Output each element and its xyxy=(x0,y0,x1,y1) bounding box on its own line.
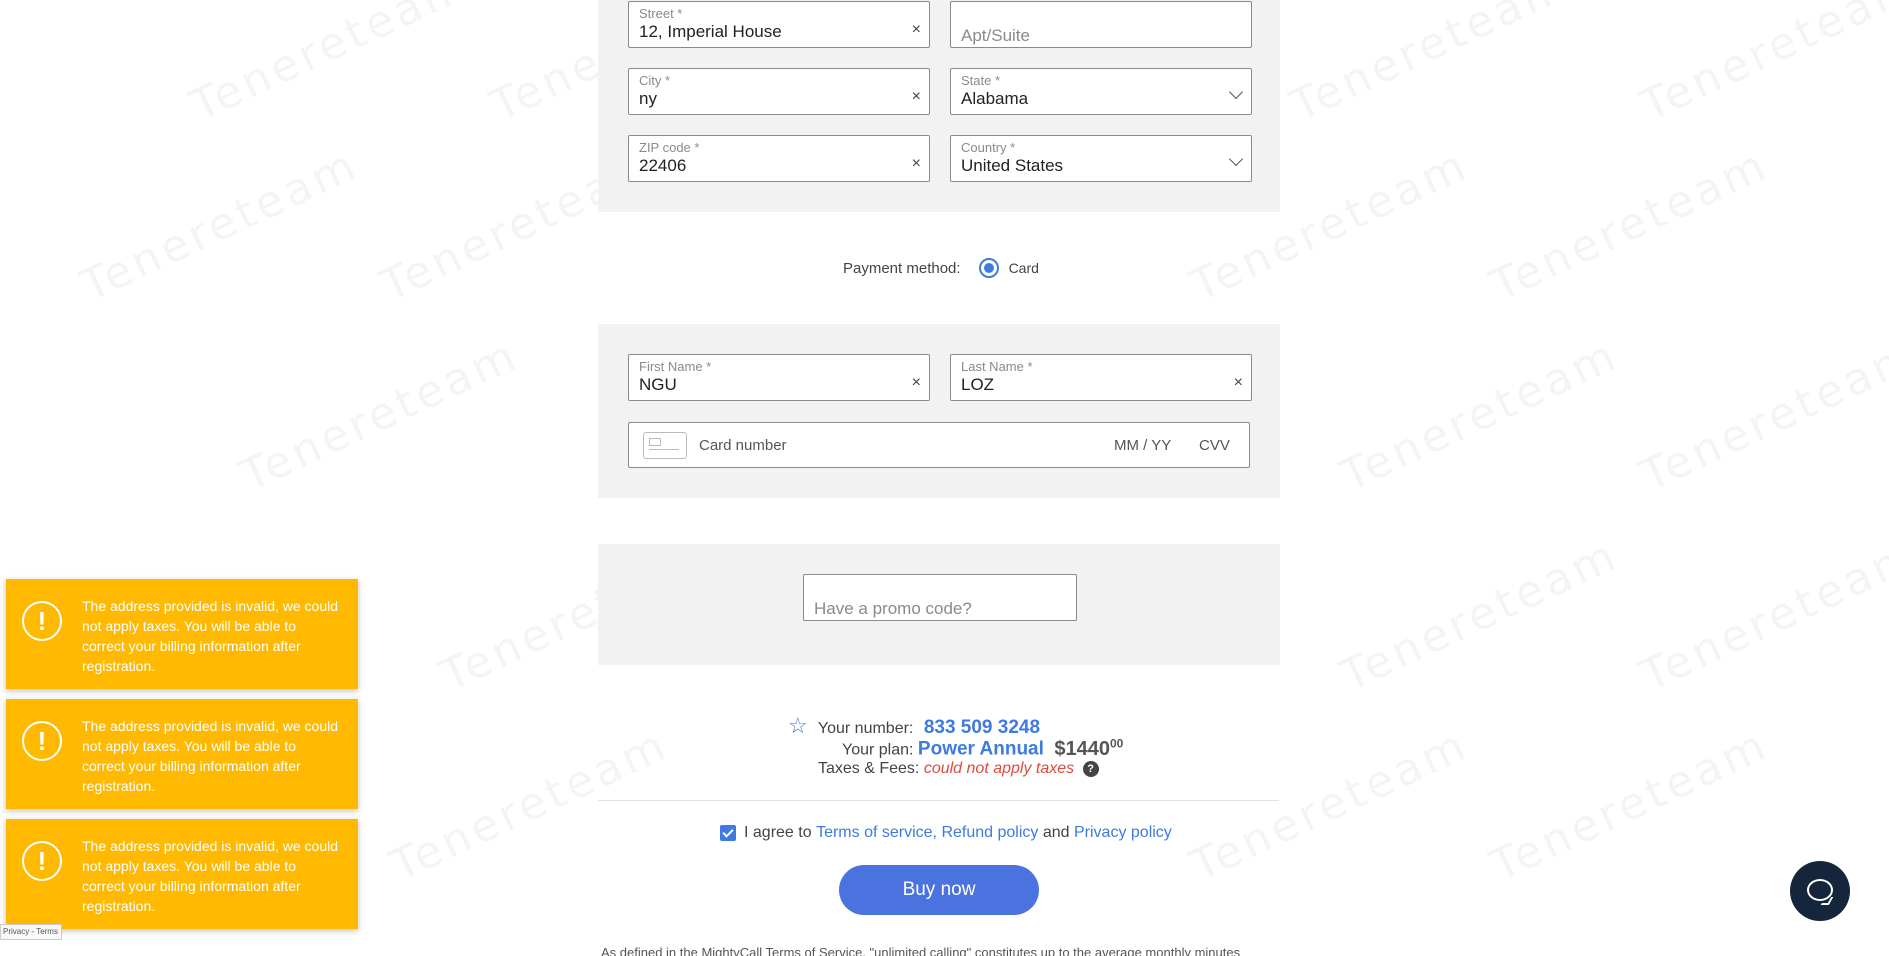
taxes-summary: Taxes & Fees: could not apply taxes ? xyxy=(818,760,1099,778)
toast-message: The address provided is invalid, we coul… xyxy=(82,718,339,794)
plan-price: $144000 xyxy=(1054,736,1124,760)
price-cents: 00 xyxy=(1109,736,1124,750)
country-label: Country * xyxy=(961,140,1016,155)
last-name-label: Last Name * xyxy=(961,359,1033,374)
street-label: Street * xyxy=(639,6,683,21)
card-radio[interactable] xyxy=(978,258,999,278)
footnote: As defined in the MightyCall Terms of Se… xyxy=(601,945,1241,956)
city-value: ny xyxy=(639,89,657,108)
last-name-value: LOZ xyxy=(961,375,995,394)
plan-label: Your plan: xyxy=(842,741,914,759)
clear-icon[interactable]: × xyxy=(912,88,921,106)
toast-message: The address provided is invalid, we coul… xyxy=(82,598,339,674)
warning-toast[interactable]: ! The address provided is invalid, we co… xyxy=(6,579,358,689)
star-icon[interactable]: ☆ xyxy=(788,713,808,738)
city-label: City * xyxy=(639,73,671,88)
card-cvv-input[interactable]: CVV xyxy=(1199,437,1230,454)
recaptcha-badge[interactable]: Privacy - Terms xyxy=(0,924,62,940)
terms-agreement: I agree to Terms of service, Refund poli… xyxy=(720,824,1172,842)
divider xyxy=(598,800,1279,801)
agree-checkbox[interactable] xyxy=(720,825,736,841)
watermark-text: Tenereteam xyxy=(1283,0,1576,132)
watermark-text: Tenereteam xyxy=(1183,719,1476,892)
agree-prefix: I agree to xyxy=(744,824,812,841)
zip-field[interactable]: ZIP code * 22406 × xyxy=(628,135,930,182)
watermark-text: Tenereteam xyxy=(1483,719,1776,892)
street-field[interactable]: Street * 12, Imperial House × xyxy=(628,1,930,48)
last-name-field[interactable]: Last Name * LOZ × xyxy=(950,354,1252,401)
warning-toast[interactable]: ! The address provided is invalid, we co… xyxy=(6,819,358,929)
clear-icon[interactable]: × xyxy=(912,21,921,39)
card-input-group: Card number MM / YY CVV xyxy=(628,422,1250,468)
state-label: State * xyxy=(961,73,1001,88)
privacy-link[interactable]: Privacy policy xyxy=(1074,824,1172,842)
clear-icon[interactable]: × xyxy=(912,374,921,392)
chevron-down-icon xyxy=(1228,84,1244,100)
watermark-text: Tenereteam xyxy=(1633,0,1889,132)
help-icon[interactable]: ? xyxy=(1082,760,1099,777)
card-number-input[interactable]: Card number xyxy=(699,437,787,454)
zip-value: 22406 xyxy=(639,156,687,175)
apt-suite-field[interactable]: Apt/Suite xyxy=(950,1,1252,48)
payment-method-label: Payment method: xyxy=(843,259,961,277)
agree-and: and xyxy=(1042,824,1070,841)
chevron-down-icon xyxy=(1228,151,1244,167)
watermark-text: Tenereteam xyxy=(1483,139,1776,312)
price-main: $1440 xyxy=(1054,737,1110,760)
alert-icon: ! xyxy=(22,841,62,881)
watermark-text: Tenereteam xyxy=(1633,529,1889,702)
buy-now-button[interactable]: Buy now xyxy=(839,865,1039,915)
watermark-text: Tenereteam xyxy=(183,0,476,132)
promo-code-placeholder: Have a promo code? xyxy=(814,599,972,618)
watermark-text: Tenereteam xyxy=(1333,529,1626,702)
zip-label: ZIP code * xyxy=(639,140,700,155)
chat-launcher-button[interactable] xyxy=(1790,861,1850,921)
phone-number: 833 509 3248 xyxy=(923,717,1041,738)
apt-suite-placeholder: Apt/Suite xyxy=(961,26,1030,45)
clear-icon[interactable]: × xyxy=(1234,374,1243,392)
warning-toast[interactable]: ! The address provided is invalid, we co… xyxy=(6,699,358,809)
toast-message: The address provided is invalid, we coul… xyxy=(82,838,339,914)
watermark-text: Tenereteam xyxy=(383,719,676,892)
street-value: 12, Imperial House xyxy=(639,22,782,41)
clear-icon[interactable]: × xyxy=(912,155,921,173)
card-expiry-input[interactable]: MM / YY xyxy=(1114,437,1171,454)
country-select[interactable]: Country * United States xyxy=(950,135,1252,182)
watermark-text: Tenereteam xyxy=(1633,329,1889,502)
taxes-label: Taxes & Fees: xyxy=(818,760,920,777)
promo-code-input[interactable]: Have a promo code? xyxy=(803,574,1077,621)
terms-link[interactable]: Terms of service, xyxy=(816,824,937,842)
watermark-text: Tenereteam xyxy=(73,139,366,312)
payment-method: Payment method: Card xyxy=(843,258,1039,278)
state-select[interactable]: State * Alabama xyxy=(950,68,1252,115)
card-panel xyxy=(598,324,1280,498)
city-field[interactable]: City * ny × xyxy=(628,68,930,115)
first-name-label: First Name * xyxy=(639,359,712,374)
state-value: Alabama xyxy=(961,89,1029,108)
plan-summary: Your plan: Power Annual $144000 xyxy=(842,736,1123,761)
first-name-field[interactable]: First Name * NGU × xyxy=(628,354,930,401)
card-radio-label[interactable]: Card xyxy=(1009,260,1039,276)
credit-card-icon xyxy=(643,432,687,459)
country-value: United States xyxy=(961,156,1064,175)
alert-icon: ! xyxy=(22,721,62,761)
plan-name[interactable]: Power Annual xyxy=(918,739,1044,760)
refund-link[interactable]: Refund policy xyxy=(941,824,1038,842)
number-label: Your number: xyxy=(817,720,914,737)
watermark-text: Tenereteam xyxy=(233,329,526,502)
taxes-value: could not apply taxes xyxy=(923,760,1075,777)
watermark-text: Tenereteam xyxy=(1333,329,1626,502)
alert-icon: ! xyxy=(22,601,62,641)
first-name-value: NGU xyxy=(639,375,677,394)
